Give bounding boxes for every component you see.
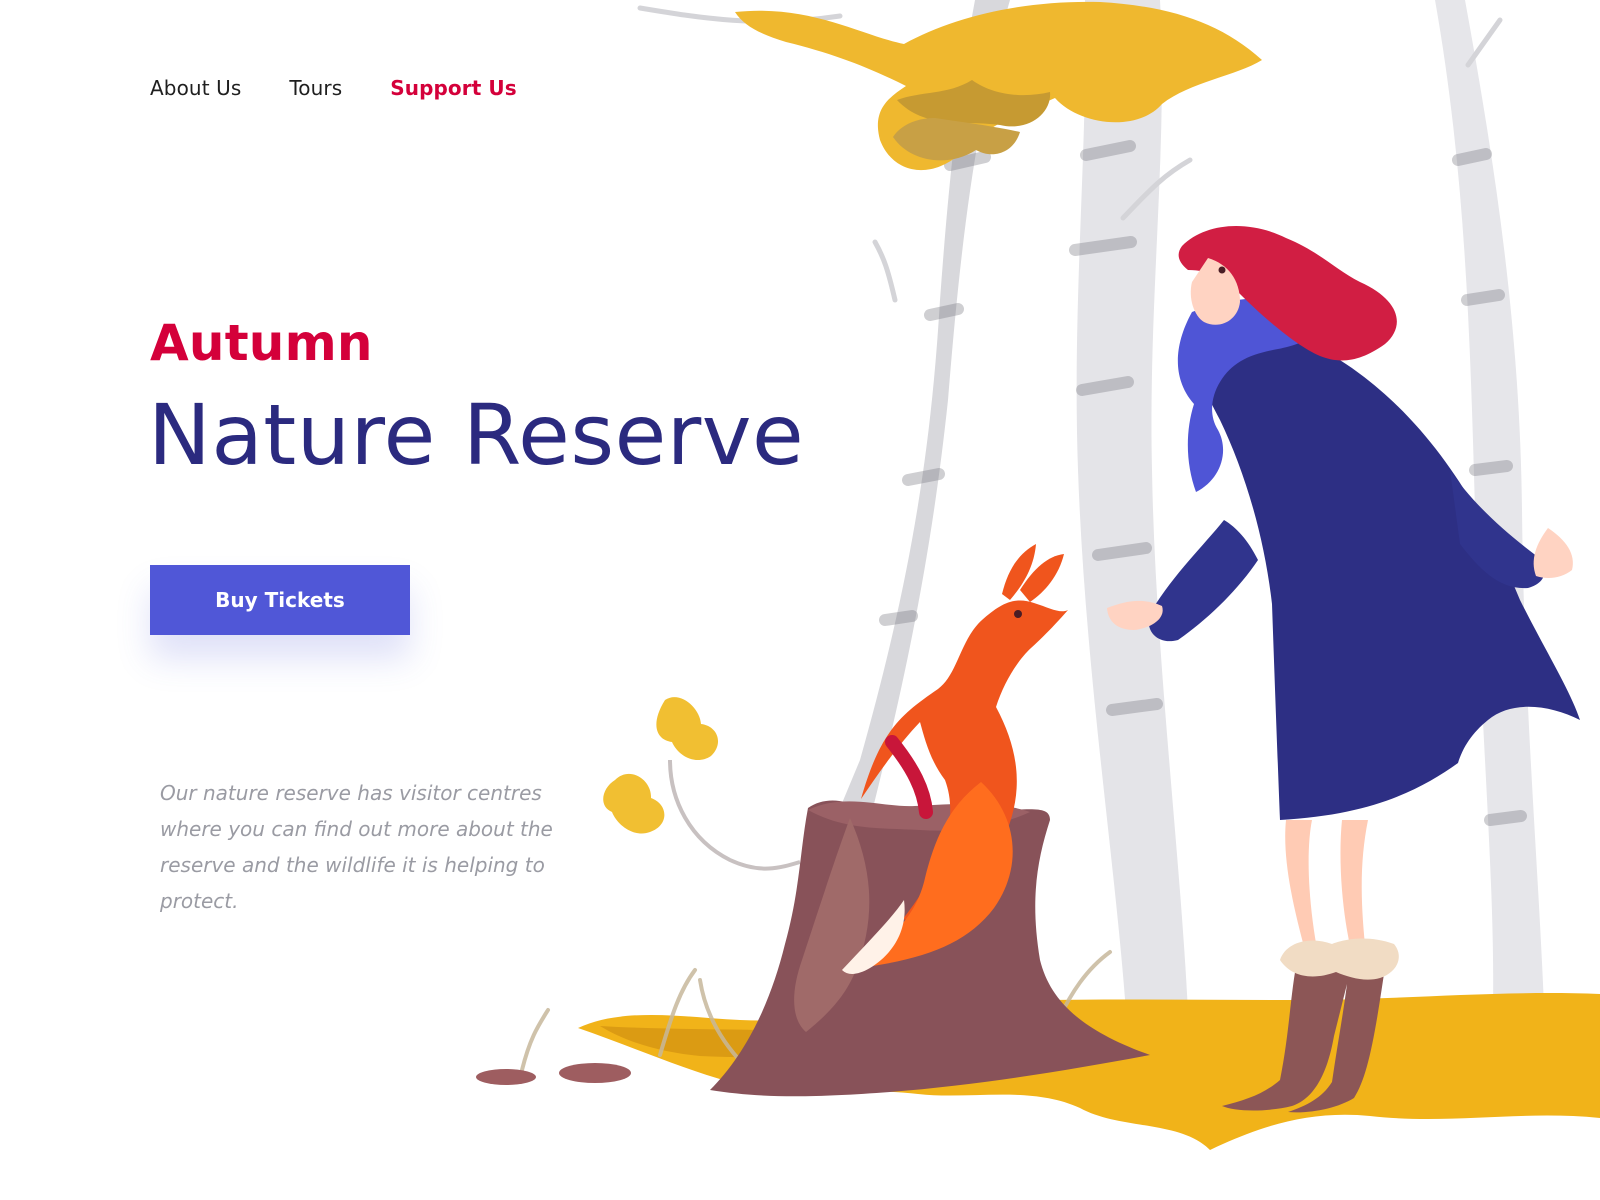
right-hand (1533, 528, 1573, 578)
nav-tours[interactable]: Tours (289, 76, 342, 100)
intro-description: Our nature reserve has visitor centres w… (160, 781, 553, 913)
main-navigation: About Us Tours Support Us (150, 76, 517, 100)
buy-tickets-button[interactable]: Buy Tickets (150, 565, 410, 635)
small-branch (668, 759, 801, 871)
leaf-upper (656, 697, 719, 761)
coat-left-sleeve (1148, 520, 1258, 642)
nav-about-us[interactable]: About Us (150, 76, 241, 100)
legs (1285, 820, 1368, 954)
leaf-lower (603, 773, 665, 834)
landing-page: About Us Tours Support Us Autumn Nature … (0, 0, 1600, 1200)
nav-support-us[interactable]: Support Us (390, 76, 517, 100)
eye (1218, 266, 1226, 274)
page-title: Nature Reserve (148, 386, 805, 484)
tree-canopy (735, 1, 1262, 171)
fox-eye (1014, 610, 1022, 618)
season-label: Autumn (150, 314, 373, 372)
fox-front-leg (885, 735, 933, 819)
center-ground-leaf (559, 1063, 631, 1083)
left-ground-leaf (476, 1069, 536, 1085)
small-yellow-branch (603, 697, 801, 871)
